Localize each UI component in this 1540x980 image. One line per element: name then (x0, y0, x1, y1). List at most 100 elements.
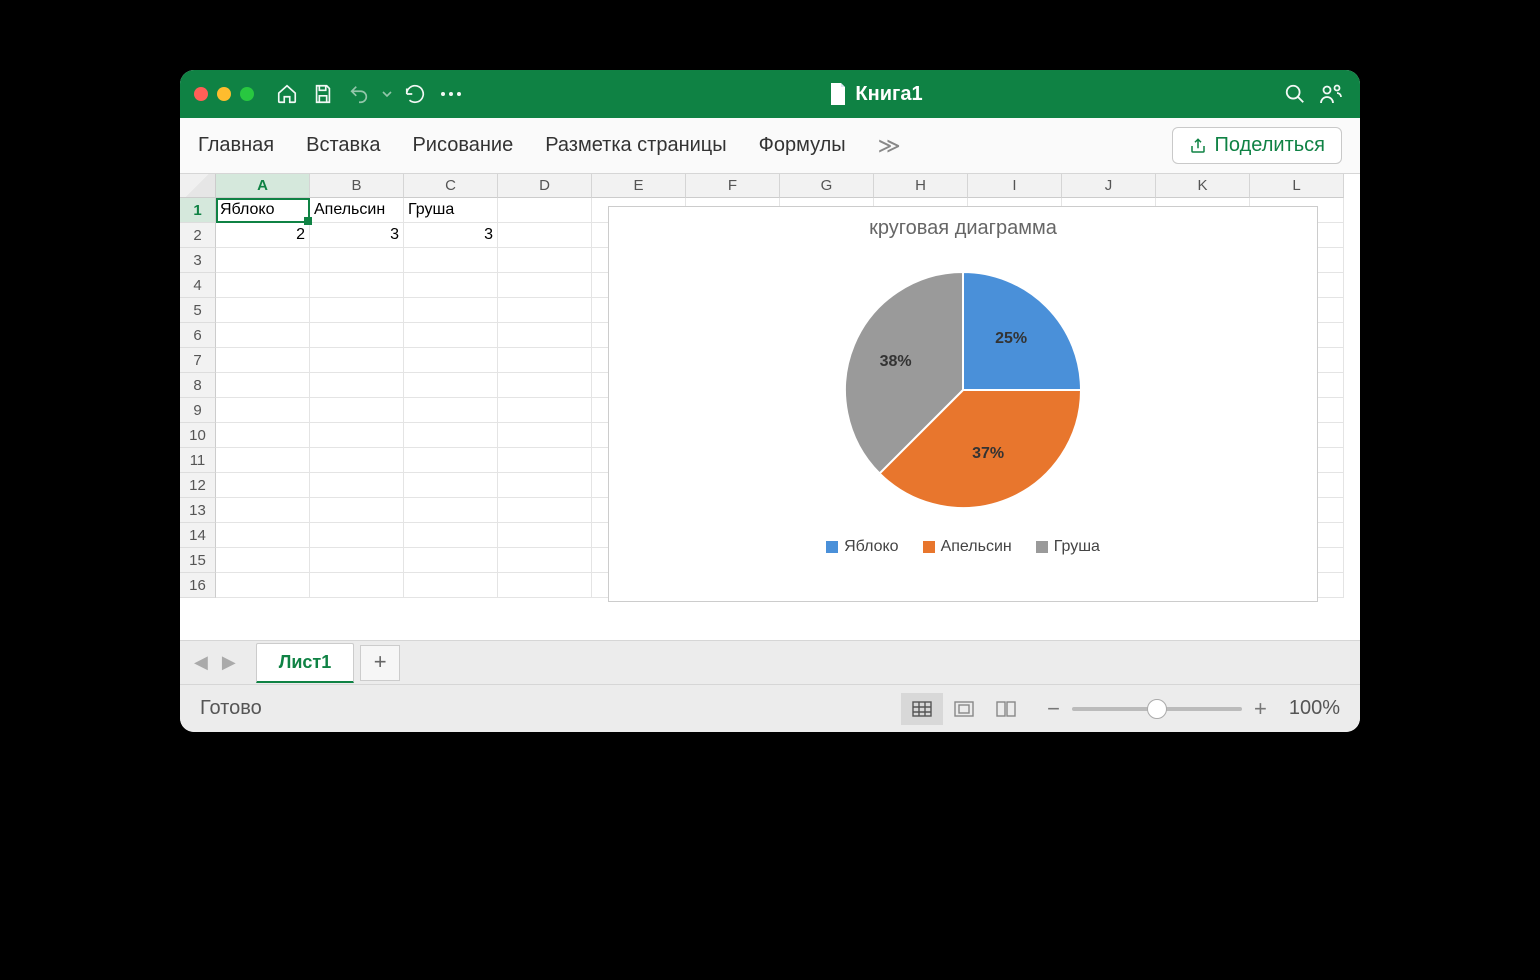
cell[interactable] (404, 523, 498, 548)
zoom-window-button[interactable] (240, 87, 254, 101)
ribbon-tab-formulas[interactable]: Формулы (759, 134, 846, 157)
cell[interactable] (216, 248, 310, 273)
cell[interactable] (216, 273, 310, 298)
cell[interactable] (498, 448, 592, 473)
cell[interactable] (498, 248, 592, 273)
cell[interactable] (498, 498, 592, 523)
more-icon[interactable] (436, 79, 466, 109)
row-header[interactable]: 7 (180, 348, 216, 373)
column-header[interactable]: K (1156, 174, 1250, 198)
cell[interactable] (216, 498, 310, 523)
cell[interactable] (498, 273, 592, 298)
row-header[interactable]: 14 (180, 523, 216, 548)
row-header[interactable]: 4 (180, 273, 216, 298)
search-icon[interactable] (1280, 79, 1310, 109)
column-header[interactable]: B (310, 174, 404, 198)
row-header[interactable]: 15 (180, 548, 216, 573)
cell[interactable] (404, 373, 498, 398)
cell[interactable] (216, 398, 310, 423)
cell[interactable]: 2 (216, 223, 310, 248)
row-header[interactable]: 2 (180, 223, 216, 248)
cell[interactable] (498, 298, 592, 323)
cell[interactable] (310, 273, 404, 298)
row-header[interactable]: 3 (180, 248, 216, 273)
cell[interactable] (310, 348, 404, 373)
cell[interactable] (404, 398, 498, 423)
add-sheet-button[interactable]: + (360, 645, 400, 681)
cell[interactable] (404, 498, 498, 523)
sheet-nav-prev[interactable]: ◀ (190, 652, 212, 673)
column-header[interactable]: H (874, 174, 968, 198)
cell[interactable] (498, 223, 592, 248)
cell[interactable] (310, 498, 404, 523)
undo-dropdown-icon[interactable] (380, 79, 394, 109)
cell[interactable] (404, 448, 498, 473)
view-page-break-button[interactable] (985, 693, 1027, 725)
worksheet-grid[interactable]: ABCDEFGHIJKL 12345678910111213141516 Ябл… (180, 174, 1360, 640)
column-header[interactable]: L (1250, 174, 1344, 198)
cell[interactable] (404, 573, 498, 598)
row-header[interactable]: 9 (180, 398, 216, 423)
cell[interactable] (498, 348, 592, 373)
column-header[interactable]: F (686, 174, 780, 198)
cell[interactable] (216, 548, 310, 573)
row-header[interactable]: 1 (180, 198, 216, 223)
row-header[interactable]: 5 (180, 298, 216, 323)
zoom-slider-thumb[interactable] (1147, 699, 1167, 719)
cell[interactable] (310, 323, 404, 348)
view-normal-button[interactable] (901, 693, 943, 725)
cell[interactable] (310, 548, 404, 573)
cell[interactable] (310, 448, 404, 473)
column-header[interactable]: I (968, 174, 1062, 198)
cell[interactable] (216, 298, 310, 323)
cell[interactable] (404, 248, 498, 273)
close-window-button[interactable] (194, 87, 208, 101)
cell[interactable] (404, 348, 498, 373)
save-icon[interactable] (308, 79, 338, 109)
cell[interactable]: Апельсин (310, 198, 404, 223)
column-header[interactable]: C (404, 174, 498, 198)
row-header[interactable]: 13 (180, 498, 216, 523)
cell[interactable] (498, 573, 592, 598)
ribbon-tab-layout[interactable]: Разметка страницы (545, 134, 726, 157)
cell[interactable] (216, 348, 310, 373)
cell[interactable] (404, 273, 498, 298)
redo-icon[interactable] (400, 79, 430, 109)
cell[interactable] (216, 523, 310, 548)
cell[interactable] (216, 323, 310, 348)
cell[interactable] (498, 373, 592, 398)
column-header[interactable]: G (780, 174, 874, 198)
home-icon[interactable] (272, 79, 302, 109)
cell[interactable] (498, 423, 592, 448)
share-button[interactable]: Поделиться (1172, 127, 1342, 164)
cell[interactable] (310, 248, 404, 273)
column-header[interactable]: E (592, 174, 686, 198)
row-header[interactable]: 12 (180, 473, 216, 498)
zoom-slider[interactable] (1072, 707, 1242, 711)
cell[interactable] (498, 198, 592, 223)
row-header[interactable]: 6 (180, 323, 216, 348)
row-header[interactable]: 8 (180, 373, 216, 398)
collab-icon[interactable] (1316, 79, 1346, 109)
ribbon-tab-home[interactable]: Главная (198, 134, 274, 157)
cell[interactable]: 3 (310, 223, 404, 248)
view-page-layout-button[interactable] (943, 693, 985, 725)
cell[interactable]: Яблоко (216, 198, 310, 223)
column-header[interactable]: J (1062, 174, 1156, 198)
cell[interactable]: Груша (404, 198, 498, 223)
row-header[interactable]: 16 (180, 573, 216, 598)
ribbon-more-icon[interactable]: ≫ (878, 133, 901, 159)
select-all-corner[interactable] (180, 174, 216, 198)
cell[interactable] (404, 298, 498, 323)
zoom-out-button[interactable]: − (1047, 696, 1060, 722)
column-header[interactable]: A (216, 174, 310, 198)
cell[interactable] (498, 323, 592, 348)
sheet-tab-active[interactable]: Лист1 (256, 643, 355, 683)
cell[interactable] (498, 523, 592, 548)
cell[interactable] (404, 323, 498, 348)
cell[interactable] (404, 473, 498, 498)
zoom-in-button[interactable]: + (1254, 696, 1267, 722)
cell[interactable] (216, 423, 310, 448)
cell[interactable] (404, 548, 498, 573)
cell[interactable]: 3 (404, 223, 498, 248)
